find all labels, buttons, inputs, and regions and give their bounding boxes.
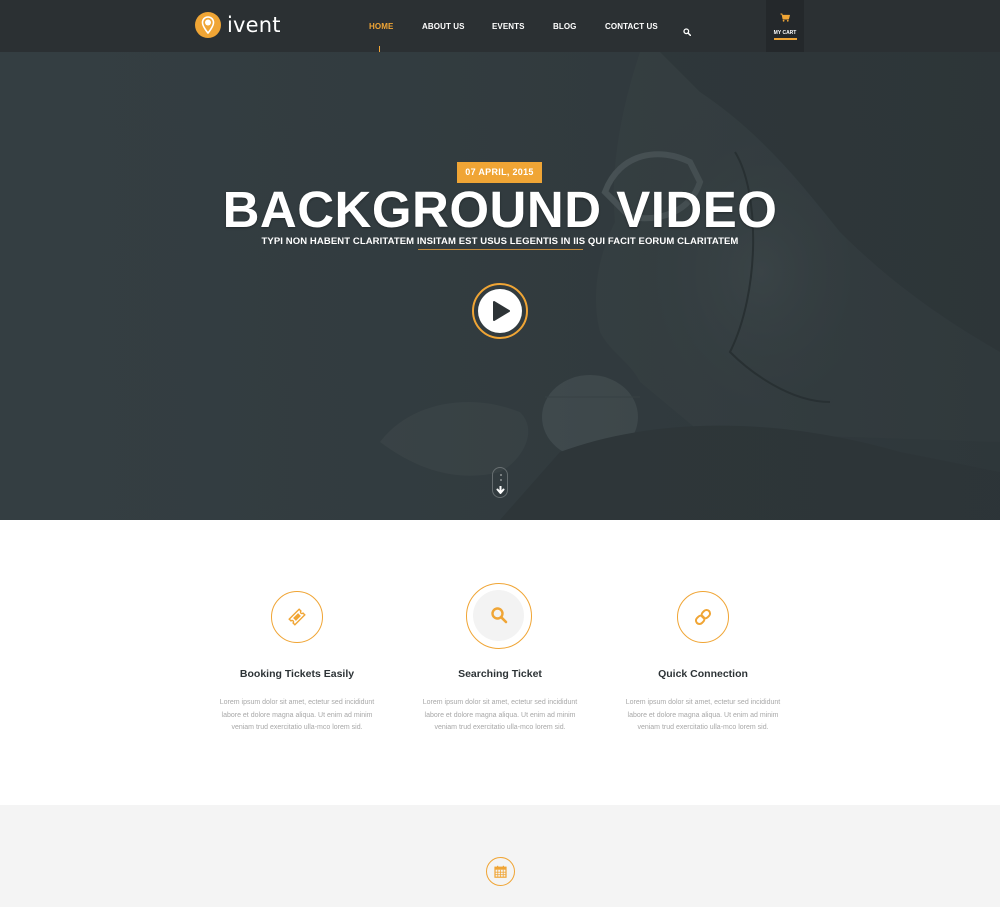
feature-title: Booking Tickets Easily — [239, 668, 355, 680]
link-icon — [694, 608, 712, 626]
scroll-dot — [499, 474, 502, 476]
cart-label: MY CART — [773, 30, 797, 36]
features-section: Booking Tickets Easily Lorem ipsum dolor… — [0, 520, 1000, 805]
cart-underline — [774, 38, 797, 40]
feature-description: Lorem ipsum dolor sit amet, ectetur sed … — [219, 699, 375, 732]
brand-name: ivent — [227, 13, 281, 37]
search-button[interactable] — [683, 23, 692, 37]
hero-subtitle: TYPI NON HABENT CLARITATEM INSITAM EST U… — [261, 236, 739, 247]
feature-icon-circle-active — [466, 583, 532, 649]
hero-video-section: 07 APRIL, 2015 BACKGROUND VIDEO TYPI NON… — [0, 52, 1000, 520]
events-section — [0, 805, 1000, 907]
nav-about-us[interactable]: ABOUT US — [422, 22, 465, 31]
map-pin-icon — [195, 12, 221, 38]
feature-icon-circle — [271, 591, 323, 643]
nav-home[interactable]: HOME — [369, 22, 393, 31]
feature-description: Lorem ipsum dolor sit amet, ectetur sed … — [422, 699, 578, 732]
ticket-icon — [288, 608, 306, 626]
my-cart-button[interactable]: MY CART — [766, 0, 804, 52]
feature-title: Searching Ticket — [458, 668, 542, 680]
scroll-down-button[interactable] — [492, 467, 508, 498]
nav-blog[interactable]: BLOG — [553, 22, 577, 31]
nav-events[interactable]: EVENTS — [492, 22, 525, 31]
hero-divider — [418, 249, 583, 250]
site-header: ivent HOME ABOUT US EVENTS BLOG CONTACT … — [0, 0, 1000, 52]
search-icon — [491, 607, 508, 624]
play-button-face — [478, 289, 522, 333]
nav-contact-us[interactable]: CONTACT US — [605, 22, 658, 31]
calendar-icon-circle — [486, 857, 515, 886]
calendar-icon — [494, 865, 507, 878]
search-icon — [683, 28, 692, 37]
logo-link[interactable]: ivent — [195, 12, 281, 38]
play-video-button[interactable] — [472, 283, 528, 339]
feature-icon-circle — [677, 591, 729, 643]
active-nav-indicator — [379, 46, 380, 52]
feature-title: Quick Connection — [658, 668, 748, 680]
scroll-down-icon — [496, 486, 505, 494]
play-icon — [493, 301, 510, 321]
feature-description: Lorem ipsum dolor sit amet, ectetur sed … — [625, 699, 781, 732]
scroll-dot — [499, 479, 502, 481]
shopping-cart-icon — [780, 13, 790, 22]
hero-title: BACKGROUND VIDEO — [222, 181, 778, 238]
